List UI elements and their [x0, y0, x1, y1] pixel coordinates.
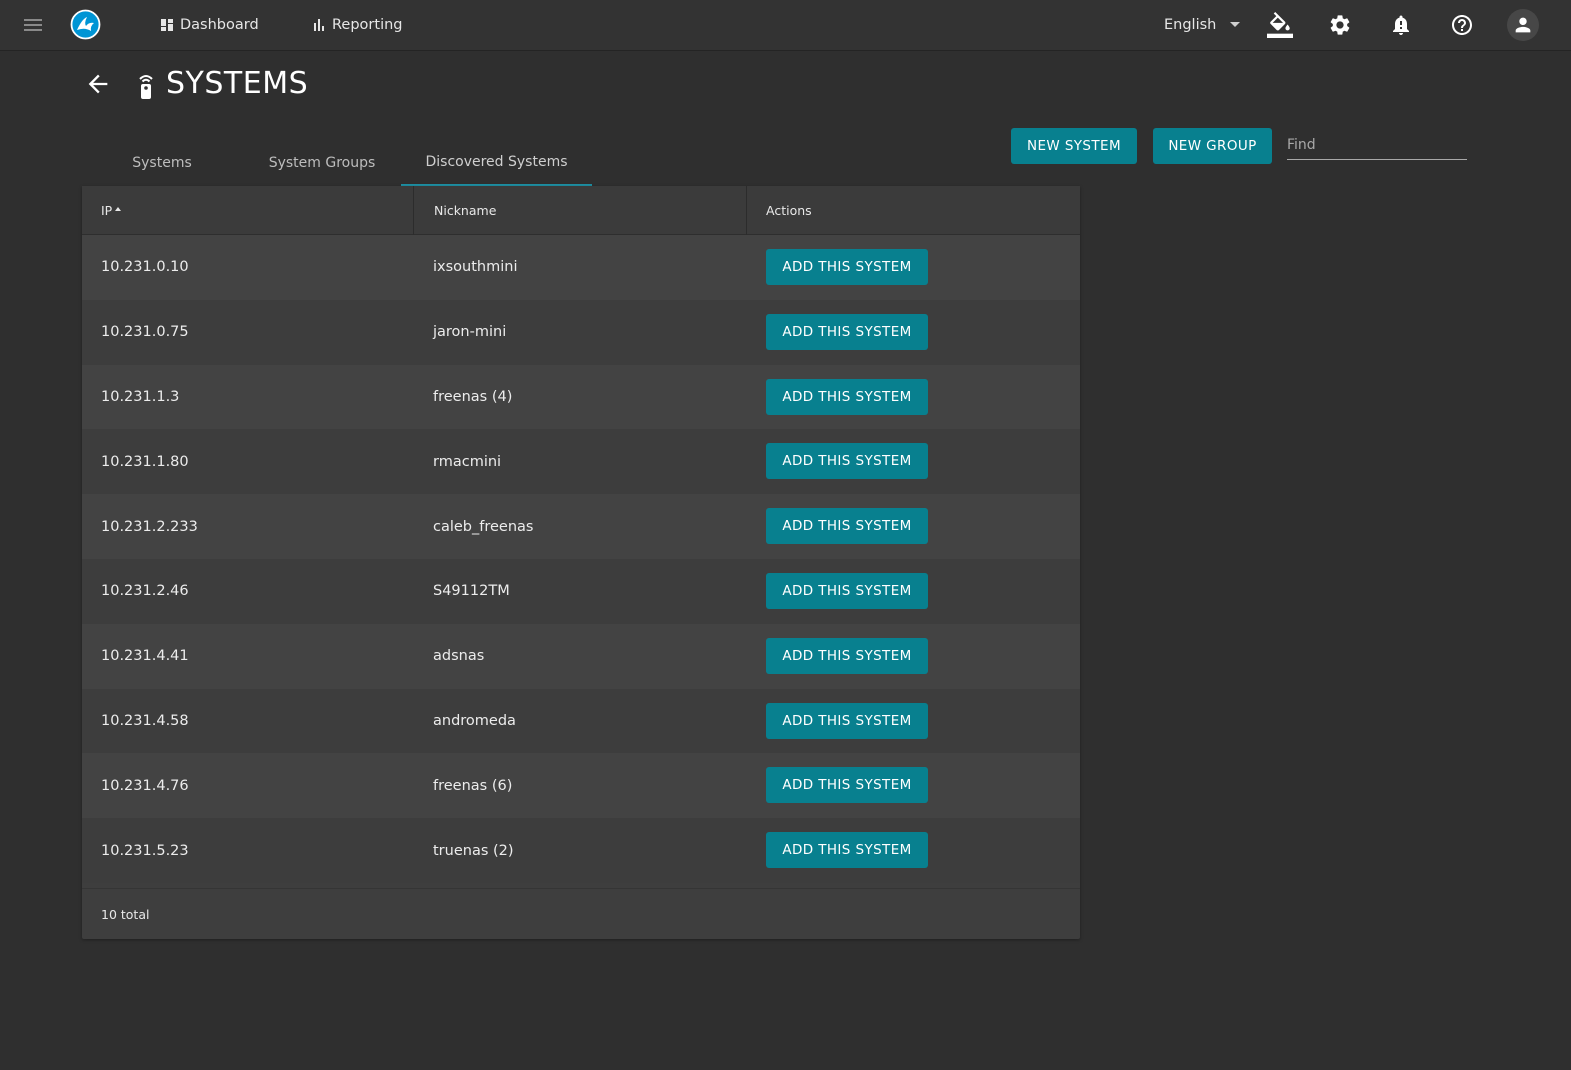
nickname-cell: S49112TM — [433, 583, 510, 600]
table-row: 10.231.5.23 truenas (2) ADD THIS SYSTEM — [82, 818, 1080, 883]
table-header: IP Nickname Actions — [82, 186, 1080, 235]
add-this-system-button[interactable]: ADD THIS SYSTEM — [766, 508, 928, 545]
table-row: 10.231.4.76 freenas (6) ADD THIS SYSTEM — [82, 753, 1080, 819]
account-icon[interactable] — [1507, 9, 1539, 41]
truecommand-logo-icon[interactable] — [70, 9, 101, 40]
nav-dashboard[interactable]: Dashboard — [161, 0, 259, 49]
ip-cell: 10.231.1.80 — [101, 453, 189, 470]
table-row: 10.231.2.46 S49112TM ADD THIS SYSTEM — [82, 558, 1080, 624]
dashboard-icon — [161, 18, 173, 31]
top-bar: Dashboard Reporting English — [0, 0, 1571, 51]
table-row: 10.231.4.58 andromeda ADD THIS SYSTEM — [82, 688, 1080, 754]
column-divider — [413, 186, 414, 235]
table-footer-total: 10 total — [82, 888, 1080, 939]
nickname-cell: caleb_freenas — [433, 518, 534, 535]
ip-cell: 10.231.2.233 — [101, 518, 198, 535]
discovered-systems-table: IP Nickname Actions 10.231.0.10 ixsouthm… — [82, 186, 1080, 939]
table-row: 10.231.1.80 rmacmini ADD THIS SYSTEM — [82, 429, 1080, 495]
tab-system-groups[interactable]: System Groups — [252, 139, 392, 186]
add-this-system-button[interactable]: ADD THIS SYSTEM — [766, 378, 928, 415]
chevron-down-icon — [1230, 22, 1241, 27]
add-this-system-button[interactable]: ADD THIS SYSTEM — [766, 702, 928, 739]
add-this-system-button[interactable]: ADD THIS SYSTEM — [766, 637, 928, 674]
theme-paint-icon[interactable] — [1266, 11, 1294, 39]
page-title: SYSTEMS — [166, 66, 309, 101]
table-row: 10.231.4.41 adsnas ADD THIS SYSTEM — [82, 623, 1080, 689]
add-this-system-button[interactable]: ADD THIS SYSTEM — [766, 767, 928, 804]
gear-icon[interactable] — [1326, 11, 1354, 39]
new-system-button[interactable]: NEW SYSTEM — [1011, 128, 1137, 164]
nickname-cell: truenas (2) — [433, 842, 514, 859]
back-arrow-icon[interactable] — [84, 70, 112, 98]
column-header-actions: Actions — [766, 203, 812, 218]
ip-cell: 10.231.4.76 — [101, 777, 189, 794]
add-this-system-button[interactable]: ADD THIS SYSTEM — [766, 313, 928, 350]
nickname-cell: ixsouthmini — [433, 259, 518, 276]
tab-discovered-systems[interactable]: Discovered Systems — [401, 139, 592, 186]
table-body: 10.231.0.10 ixsouthmini ADD THIS SYSTEM … — [82, 235, 1080, 883]
table-row: 10.231.1.3 freenas (4) ADD THIS SYSTEM — [82, 364, 1080, 430]
nickname-cell: freenas (6) — [433, 777, 513, 794]
nav-dashboard-label: Dashboard — [180, 16, 259, 33]
nickname-cell: jaron-mini — [433, 324, 507, 341]
nickname-cell: rmacmini — [433, 453, 502, 470]
bell-alert-icon[interactable] — [1387, 11, 1415, 39]
table-row: 10.231.0.10 ixsouthmini ADD THIS SYSTEM — [82, 235, 1080, 300]
ip-cell: 10.231.4.41 — [101, 648, 189, 665]
sort-ascending-icon — [115, 206, 122, 211]
add-this-system-button[interactable]: ADD THIS SYSTEM — [766, 249, 928, 285]
nickname-cell: freenas (4) — [433, 388, 513, 405]
column-divider — [746, 186, 747, 235]
table-row: 10.231.0.75 jaron-mini ADD THIS SYSTEM — [82, 299, 1080, 365]
ip-cell: 10.231.0.10 — [101, 259, 189, 276]
new-group-button[interactable]: NEW GROUP — [1153, 128, 1272, 164]
add-this-system-button[interactable]: ADD THIS SYSTEM — [766, 443, 928, 480]
nav-reporting-label: Reporting — [332, 16, 403, 33]
ip-cell: 10.231.2.46 — [101, 583, 189, 600]
menu-icon[interactable] — [24, 16, 44, 34]
ip-cell: 10.231.0.75 — [101, 324, 189, 341]
help-icon[interactable] — [1448, 11, 1476, 39]
ip-cell: 10.231.5.23 — [101, 842, 189, 859]
nickname-cell: adsnas — [433, 648, 485, 665]
add-this-system-button[interactable]: ADD THIS SYSTEM — [766, 572, 928, 609]
nickname-cell: andromeda — [433, 712, 516, 729]
add-this-system-button[interactable]: ADD THIS SYSTEM — [766, 832, 928, 869]
find-input[interactable] — [1287, 130, 1467, 160]
nav-reporting[interactable]: Reporting — [313, 0, 403, 49]
language-value: English — [1164, 16, 1217, 33]
language-select[interactable]: English — [1164, 0, 1244, 49]
table-row: 10.231.2.233 caleb_freenas ADD THIS SYST… — [82, 494, 1080, 559]
server-remote-icon — [135, 72, 157, 100]
bar-chart-icon — [313, 18, 325, 31]
tab-systems[interactable]: Systems — [116, 139, 208, 186]
column-header-ip[interactable]: IP — [101, 186, 122, 235]
ip-cell: 10.231.1.3 — [101, 388, 180, 405]
column-header-nickname[interactable]: Nickname — [434, 186, 496, 235]
ip-cell: 10.231.4.58 — [101, 712, 189, 729]
